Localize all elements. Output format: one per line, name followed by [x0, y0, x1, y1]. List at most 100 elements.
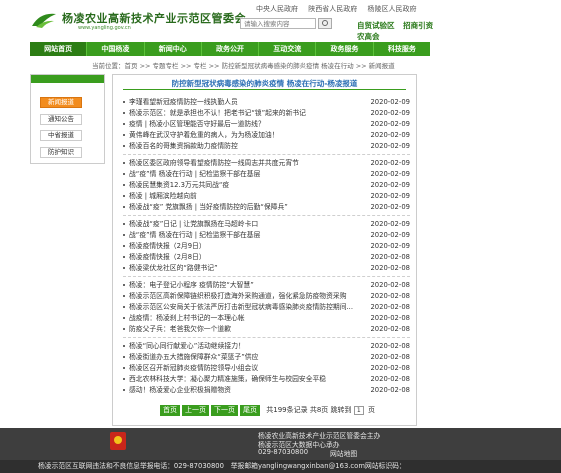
news-item[interactable]: 杨凌区召开新冠肺炎疫情防控领导小组会议 2020-02-08: [123, 363, 410, 373]
news-item[interactable]: 杨凌疫情快报（2月9日） 2020-02-09: [123, 241, 410, 251]
bullet-icon: [123, 206, 125, 208]
news-list-panel: 防控新型冠状病毒感染的肺炎疫情 杨凌在行动-杨凌报道 李瑾看望新冠疫情防控一线执…: [112, 74, 417, 426]
news-title[interactable]: 防疫父子兵：老爸我欠你一个道歉: [129, 324, 364, 334]
news-item[interactable]: 疫情 | 杨凌小区管理能否守好最后一道防线？ 2020-02-09: [123, 119, 410, 129]
next-page-button[interactable]: 下一页: [211, 405, 238, 416]
breadcrumb[interactable]: 当前位置：首页 >> 专题专栏 >> 专栏 >> 防控新型冠状病毒感染的肺炎疫情…: [92, 60, 395, 70]
news-item[interactable]: 杨凌示范区公安局关于依法严厉打击新型冠状病毒感染肺炎疫情防控期间... 2020-…: [123, 302, 410, 312]
nav-interaction[interactable]: 互动交流: [259, 42, 317, 56]
news-item[interactable]: 战“疫”情 杨凌在行动 | 纪检监察干部在基层 2020-02-09: [123, 169, 410, 179]
page-jump-input[interactable]: 1: [353, 405, 364, 415]
news-item[interactable]: 战疫情：杨凌刹上村书记的一本理心帐 2020-02-08: [123, 313, 410, 323]
news-date: 2020-02-08: [370, 342, 410, 350]
news-date: 2020-02-09: [370, 231, 410, 239]
news-item[interactable]: 杨凌民慧集资12.3万元共同战“疫 2020-02-09: [123, 180, 410, 190]
news-date: 2020-02-09: [370, 192, 410, 200]
nav-gov-affairs[interactable]: 政务公开: [202, 42, 260, 56]
nav-news[interactable]: 新闻中心: [145, 42, 202, 56]
sidebar-item-news[interactable]: 新闻报道: [40, 97, 82, 108]
news-item[interactable]: 战“疫”情 杨凌在行动 | 纪检监察干部在基层 2020-02-09: [123, 230, 410, 240]
news-title[interactable]: 李瑾看望新冠疫情防控一线执勤人员: [129, 97, 364, 107]
news-title[interactable]: 感动！杨凌爱心企业积极捐赠物资: [129, 385, 364, 395]
bullet-icon: [123, 356, 125, 358]
news-title[interactable]: 西北农林科技大学：凝心聚力精准施策，确保师生与校园安全平稳: [129, 374, 364, 384]
news-item[interactable]: 西北农林科技大学：凝心聚力精准施策，确保师生与校园安全平稳 2020-02-08: [123, 374, 410, 384]
first-page-button[interactable]: 首页: [160, 405, 180, 416]
news-item[interactable]: 黄伟峰在武汉守护着危重的病人，为为杨凌加油！ 2020-02-09: [123, 130, 410, 140]
news-title[interactable]: 杨凌示范区：就是承担也不认！把老书记“锁”起来的新书记: [129, 108, 364, 118]
news-item[interactable]: 杨凌百名的哥集资捐款助力疫情防控 2020-02-09: [123, 141, 410, 151]
site-logo[interactable]: 杨凌农业高新技术产业示范区管委会 www.yangling.gov.cn: [30, 8, 246, 34]
bullet-icon: [123, 223, 125, 225]
last-page-button[interactable]: 尾页: [240, 405, 260, 416]
top-link-yangling-district[interactable]: 杨陵区人民政府: [367, 5, 416, 13]
quick-link-expo[interactable]: 农高会: [357, 31, 380, 42]
news-item[interactable]: 杨凌街道办五大措施保障群众“菜篮子”供应 2020-02-08: [123, 352, 410, 362]
sidebar-item-protection-knowledge[interactable]: 防护知识: [40, 147, 82, 158]
prev-page-button[interactable]: 上一页: [182, 405, 209, 416]
news-item[interactable]: 杨凌：电子登记小程序 疫情防控“大智慧” 2020-02-08: [123, 280, 410, 290]
news-date: 2020-02-09: [370, 109, 410, 117]
quick-link-investment[interactable]: 招商引资: [403, 21, 433, 30]
news-title[interactable]: 杨凌区委区政府领导看望疫情防控一线周志并共度元宵节: [129, 158, 364, 168]
news-item[interactable]: 感动！杨凌爱心企业积极捐赠物资 2020-02-08: [123, 385, 410, 395]
party-emblem-icon[interactable]: [110, 432, 126, 450]
news-title[interactable]: 杨凌街道办五大措施保障群众“菜篮子”供应: [129, 352, 364, 362]
quick-link-ftz[interactable]: 自贸试验区: [357, 21, 395, 30]
group-divider: [123, 276, 410, 277]
site-footer: 杨凌农业高新技术产业示范区管委会主办 杨凌示范区大数据中心承办 029-8703…: [0, 428, 561, 473]
news-title[interactable]: 杨凌梁伏龙社区的“路健书记”: [129, 263, 364, 273]
top-link-central-gov[interactable]: 中央人民政府: [256, 5, 298, 13]
news-title[interactable]: 杨凌疫情快报（2月9日）: [129, 241, 364, 251]
bullet-icon: [123, 245, 125, 247]
news-title[interactable]: 杨凌“同心同行献爱心”活动继续接力！: [129, 341, 364, 351]
news-item[interactable]: 杨凌战“疫” 党旗飘扬 | 当好疫情防控的后勤“保障兵” 2020-02-09: [123, 202, 410, 212]
bullet-icon: [123, 317, 125, 319]
news-date: 2020-02-09: [370, 170, 410, 178]
news-title[interactable]: 黄伟峰在武汉守护着危重的病人，为为杨凌加油！: [129, 130, 364, 140]
news-item[interactable]: 杨凌疫情快报（2月8日） 2020-02-08: [123, 252, 410, 262]
news-title[interactable]: 杨凌：电子登记小程序 疫情防控“大智慧”: [129, 280, 364, 290]
news-item[interactable]: 杨凌梁伏龙社区的“路健书记” 2020-02-08: [123, 263, 410, 273]
news-item[interactable]: 杨凌 | 城厢滨险越向前 2020-02-09: [123, 191, 410, 201]
news-title[interactable]: 杨凌示范区公安局关于依法严厉打击新型冠状病毒感染肺炎疫情防控期间...: [129, 302, 364, 312]
news-title[interactable]: 战“疫”情 杨凌在行动 | 纪检监察干部在基层: [129, 230, 364, 240]
news-title[interactable]: 杨凌区召开新冠肺炎疫情防控领导小组会议: [129, 363, 364, 373]
news-date: 2020-02-08: [370, 325, 410, 333]
sidebar-item-provincial-reports[interactable]: 中省报道: [40, 130, 82, 141]
panel-title: 防控新型冠状病毒感染的肺炎疫情 杨凌在行动-杨凌报道: [171, 79, 358, 88]
group-divider: [123, 337, 410, 338]
news-title[interactable]: 杨凌民慧集资12.3万元共同战“疫: [129, 180, 364, 190]
news-title[interactable]: 疫情 | 杨凌小区管理能否守好最后一道防线？: [129, 119, 364, 129]
bullet-icon: [123, 295, 125, 297]
footer-report-info: 杨凌示范区互联网违法和不良信息举报电话：029-87030800 举报邮箱yan…: [0, 460, 561, 473]
news-title[interactable]: 杨凌疫情快报（2月8日）: [129, 252, 364, 262]
footer-sitemap-link[interactable]: 网站地图: [330, 448, 357, 458]
news-title[interactable]: 杨凌战“疫” 党旗飘扬 | 当好疫情防控的后勤“保障兵”: [129, 202, 364, 212]
news-item[interactable]: 杨凌示范区：就是承担也不认！把老书记“锁”起来的新书记 2020-02-09: [123, 108, 410, 118]
news-item[interactable]: 杨凌“同心同行献爱心”活动继续接力！ 2020-02-08: [123, 341, 410, 351]
top-link-shaanxi-gov[interactable]: 陕西省人民政府: [308, 5, 357, 13]
bullet-icon: [123, 284, 125, 286]
news-item[interactable]: 杨凌示范区高新保障链织积极打造海外采购通道，强化紧急防疫物资采购 2020-02-…: [123, 291, 410, 301]
news-date: 2020-02-08: [370, 375, 410, 383]
news-item[interactable]: 杨凌区委区政府领导看望疫情防控一线周志并共度元宵节 2020-02-09: [123, 158, 410, 168]
search-input[interactable]: [240, 18, 316, 29]
sidebar-item-notices[interactable]: 通知公告: [40, 114, 82, 125]
search-icon[interactable]: [318, 18, 332, 29]
news-title[interactable]: 战疫情：杨凌刹上村书记的一本理心帐: [129, 313, 364, 323]
news-title[interactable]: 杨凌战“疫”日记 | 让党旗飘扬在马超岭卡口: [129, 219, 364, 229]
news-date: 2020-02-08: [370, 264, 410, 272]
bullet-icon: [123, 234, 125, 236]
news-title[interactable]: 杨凌 | 城厢滨险越向前: [129, 191, 364, 201]
news-item[interactable]: 李瑾看望新冠疫情防控一线执勤人员 2020-02-09: [123, 97, 410, 107]
news-item[interactable]: 杨凌战“疫”日记 | 让党旗飘扬在马超岭卡口 2020-02-09: [123, 219, 410, 229]
nav-home[interactable]: 网站首页: [30, 42, 88, 56]
news-title[interactable]: 杨凌示范区高新保障链织积极打造海外采购通道，强化紧急防疫物资采购: [129, 291, 364, 301]
news-title[interactable]: 战“疫”情 杨凌在行动 | 纪检监察干部在基层: [129, 169, 364, 179]
nav-gov-services[interactable]: 政务服务: [316, 42, 374, 56]
news-title[interactable]: 杨凌百名的哥集资捐款助力疫情防控: [129, 141, 364, 151]
news-item[interactable]: 防疫父子兵：老爸我欠你一个道歉 2020-02-08: [123, 324, 410, 334]
nav-china-yangling[interactable]: 中国杨凌: [87, 42, 145, 56]
nav-tech-services[interactable]: 科技服务: [374, 42, 430, 56]
